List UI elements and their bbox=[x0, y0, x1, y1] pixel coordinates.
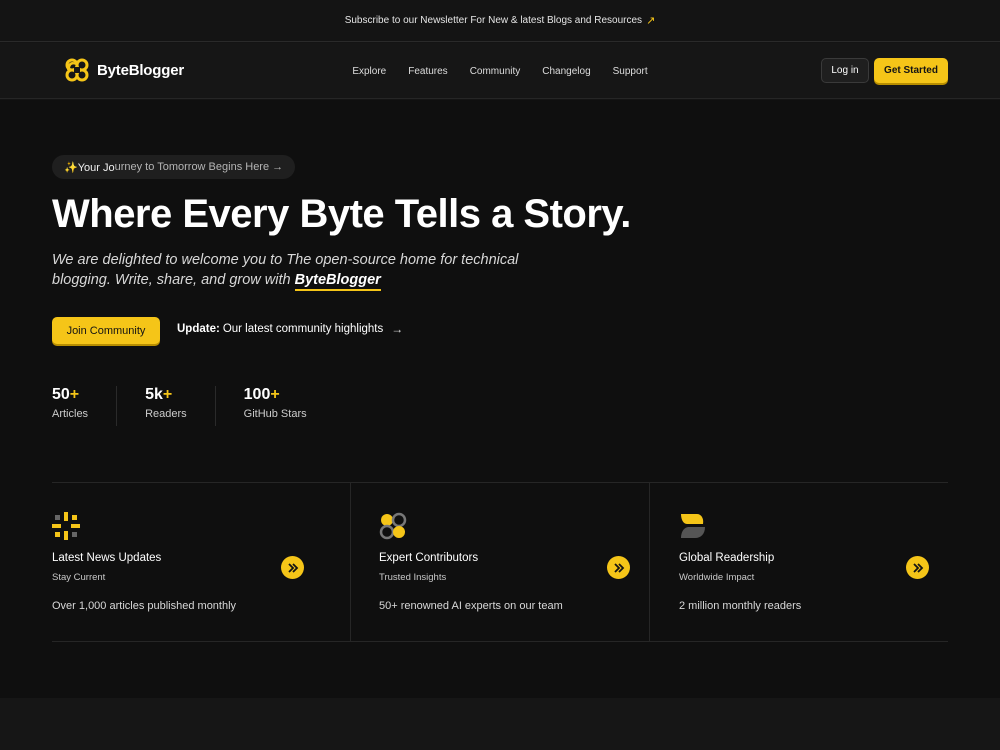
feature-card-readership[interactable]: Global Readership Worldwide Impact 2 mil… bbox=[650, 483, 948, 641]
announcement-bar[interactable]: Subscribe to our Newsletter For New & la… bbox=[0, 0, 1000, 42]
hero-subtext-brand: ByteBlogger bbox=[294, 272, 381, 291]
update-link[interactable]: Update: Our latest community highlights … bbox=[177, 322, 403, 336]
tagline-pill-text: urney to Tomorrow Begins Here bbox=[114, 161, 270, 173]
stat-value: 100 bbox=[243, 386, 271, 403]
page-title: Where Every Byte Tells a Story. bbox=[52, 192, 631, 236]
feature-card-contributors[interactable]: Expert Contributors Trusted Insights 50+… bbox=[351, 483, 650, 641]
chevrons-right-icon[interactable] bbox=[906, 556, 929, 579]
update-prefix: Update: bbox=[177, 323, 220, 335]
tagline-pill[interactable]: ✨Your Jo urney to Tomorrow Begins Here → bbox=[52, 155, 296, 179]
stat-plus: + bbox=[270, 386, 280, 403]
feature-description: 50+ renowned AI experts on our team bbox=[379, 600, 563, 612]
stat-label: Articles bbox=[52, 408, 89, 420]
nav-link-changelog[interactable]: Changelog bbox=[542, 66, 590, 77]
stat-github-stars: 100+ GitHub Stars bbox=[244, 386, 335, 426]
feature-title: Latest News Updates bbox=[52, 552, 162, 564]
tagline-pill-lead: ✨Your Jo bbox=[64, 161, 115, 174]
next-section bbox=[0, 698, 1000, 750]
chevrons-right-icon[interactable] bbox=[281, 556, 304, 579]
stat-plus: + bbox=[162, 386, 173, 403]
feature-subtitle: Stay Current bbox=[52, 572, 106, 583]
feature-description: 2 million monthly readers bbox=[679, 600, 802, 612]
arrow-right-icon: → bbox=[391, 322, 404, 336]
stat-plus: + bbox=[69, 386, 80, 403]
clover-icon bbox=[379, 512, 407, 540]
stat-articles: 50+ Articles bbox=[52, 386, 118, 426]
hero-subtext: We are delighted to welcome you to The o… bbox=[52, 250, 572, 291]
byteblogger-logo-icon bbox=[65, 58, 89, 82]
chevrons-right-icon[interactable] bbox=[607, 556, 630, 579]
nav-link-features[interactable]: Features bbox=[408, 66, 447, 77]
get-started-button[interactable]: Get Started bbox=[874, 58, 948, 83]
feature-card-news[interactable]: Latest News Updates Stay Current Over 1,… bbox=[52, 483, 351, 641]
join-community-button[interactable]: Join Community bbox=[52, 317, 160, 344]
navbar: ByteBlogger Explore Features Community C… bbox=[0, 43, 1000, 99]
update-text: Our latest community highlights bbox=[222, 323, 384, 335]
stat-value: 50 bbox=[52, 386, 70, 403]
stat-value: 5k bbox=[145, 386, 163, 403]
hero-subtext-body: We are delighted to welcome you to The o… bbox=[52, 252, 519, 288]
feature-title: Global Readership bbox=[679, 552, 775, 564]
announcement-text[interactable]: Subscribe to our Newsletter For New & la… bbox=[345, 15, 642, 26]
feature-subtitle: Worldwide Impact bbox=[679, 572, 755, 583]
feature-description: Over 1,000 articles published monthly bbox=[52, 600, 237, 612]
nav-link-community[interactable]: Community bbox=[470, 66, 521, 77]
stats-row: 50+ Articles 5k+ Readers 100+ GitHub Sta… bbox=[52, 386, 363, 426]
nav-link-support[interactable]: Support bbox=[613, 66, 648, 77]
stat-label: GitHub Stars bbox=[243, 408, 307, 420]
arrow-right-icon: → bbox=[272, 161, 284, 173]
nav-link-explore[interactable]: Explore bbox=[352, 66, 386, 77]
feature-subtitle: Trusted Insights bbox=[379, 572, 447, 583]
sparkle-icon bbox=[52, 512, 80, 540]
stat-readers: 5k+ Readers bbox=[145, 386, 216, 426]
arrow-up-right-icon: ↗ bbox=[646, 15, 656, 27]
login-button[interactable]: Log in bbox=[821, 58, 869, 83]
leaf-icon bbox=[681, 514, 705, 538]
logo[interactable]: ByteBlogger bbox=[63, 56, 184, 84]
hero-section: ✨Your Jo urney to Tomorrow Begins Here → … bbox=[0, 100, 1000, 698]
feature-cards: Latest News Updates Stay Current Over 1,… bbox=[52, 482, 948, 642]
brand-name: ByteBlogger bbox=[97, 61, 184, 79]
stat-label: Readers bbox=[145, 408, 187, 420]
feature-title: Expert Contributors bbox=[379, 552, 479, 564]
